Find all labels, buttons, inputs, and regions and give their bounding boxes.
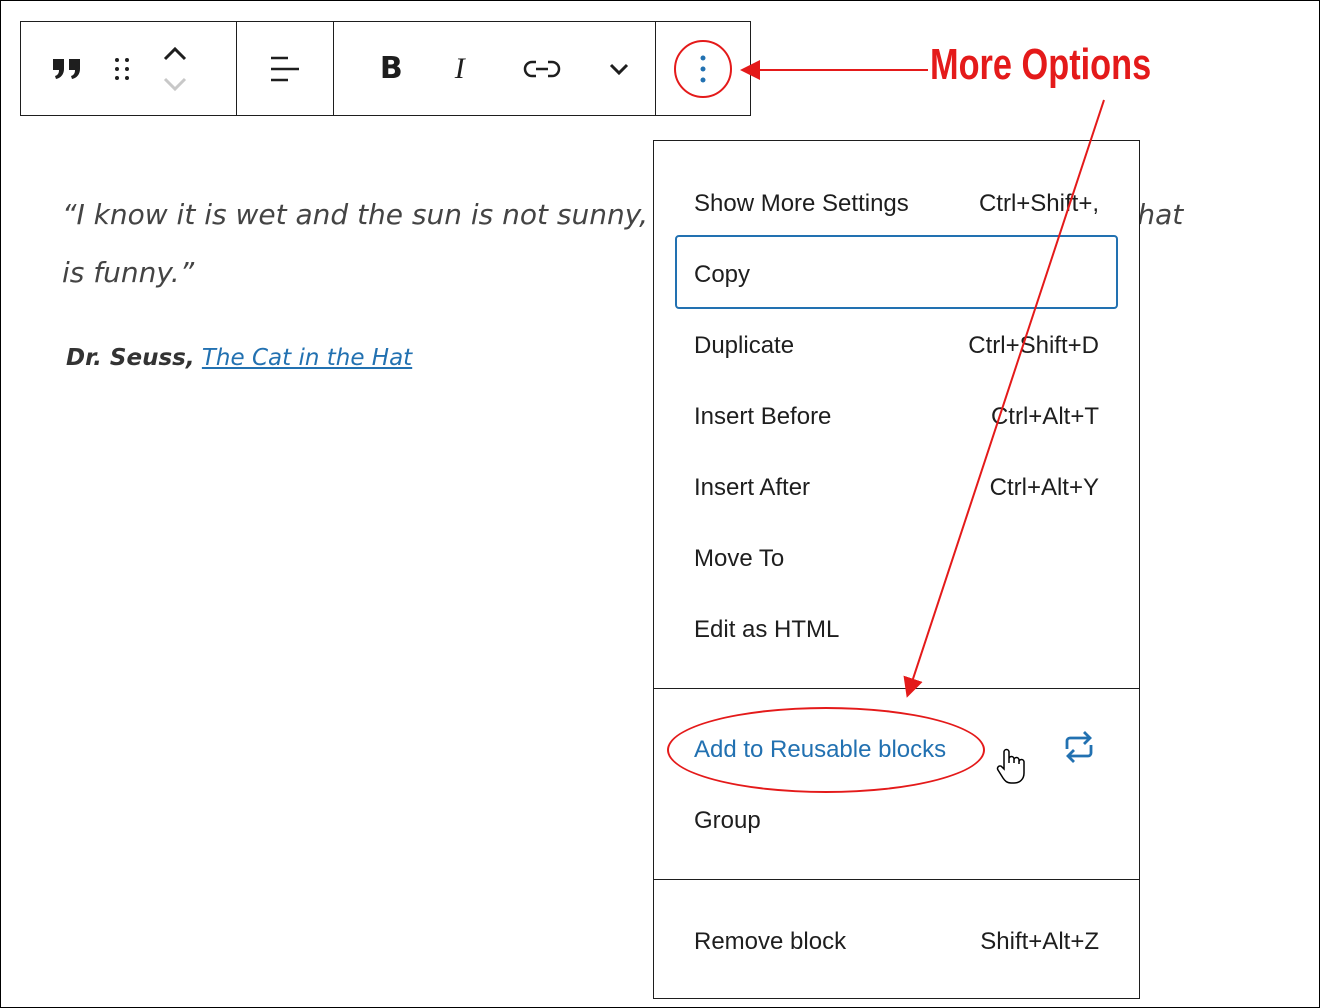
- move-up-down-icon[interactable]: [161, 43, 189, 95]
- quote-icon[interactable]: [51, 57, 83, 81]
- link-icon[interactable]: [501, 57, 583, 81]
- reusable-block-icon: [1059, 727, 1099, 774]
- menu-item-show-more-settings[interactable]: Show More Settings Ctrl+Shift+,: [694, 174, 1099, 234]
- chevron-down-icon[interactable]: [583, 61, 655, 77]
- bold-button[interactable]: B: [364, 51, 419, 86]
- menu-item-shortcut: Ctrl+Shift+D: [968, 332, 1099, 359]
- menu-item-label: Edit as HTML: [694, 616, 840, 643]
- menu-item-label: Duplicate: [694, 332, 795, 359]
- cite-author: Dr. Seuss,: [66, 345, 195, 371]
- menu-item-edit-as-html[interactable]: Edit as HTML: [694, 600, 1099, 660]
- menu-item-label: Copy: [694, 261, 751, 288]
- menu-item-copy[interactable]: Copy: [694, 245, 1099, 305]
- menu-item-label: Insert Before: [694, 403, 832, 430]
- block-toolbar: B I: [20, 21, 751, 116]
- annotation-label: More Options: [930, 40, 1152, 89]
- menu-item-label: Remove block: [694, 928, 847, 955]
- annotation-ellipse: [667, 707, 985, 793]
- menu-item-shortcut: Shift+Alt+Z: [980, 928, 1099, 955]
- align-text-icon[interactable]: [268, 52, 302, 86]
- vertical-ellipsis-icon[interactable]: [674, 39, 732, 98]
- cite-title-link[interactable]: The Cat in the Hat: [202, 345, 412, 371]
- menu-item-shortcut: Ctrl+Alt+T: [990, 403, 1099, 430]
- align-group: [237, 22, 334, 115]
- menu-item-move-to[interactable]: Move To: [694, 529, 1099, 589]
- format-group: B I: [334, 22, 656, 115]
- menu-item-duplicate[interactable]: Duplicate Ctrl+Shift+D: [694, 316, 1099, 376]
- options-group: [656, 22, 750, 115]
- menu-item-insert-after[interactable]: Insert After Ctrl+Alt+Y: [694, 458, 1099, 518]
- menu-item-group[interactable]: Group: [694, 791, 1099, 851]
- menu-divider: [654, 688, 1139, 689]
- quote-citation[interactable]: Dr. Seuss, The Cat in the Hat: [66, 345, 412, 371]
- block-controls-group: [21, 22, 237, 115]
- menu-item-remove-block[interactable]: Remove block Shift+Alt+Z: [694, 912, 1099, 972]
- menu-item-label: Show More Settings: [694, 190, 909, 217]
- more-options-menu: Show More Settings Ctrl+Shift+, Copy Dup…: [653, 140, 1140, 999]
- italic-button[interactable]: I: [419, 52, 501, 86]
- menu-item-insert-before[interactable]: Insert Before Ctrl+Alt+T: [694, 387, 1099, 447]
- menu-divider: [654, 879, 1139, 880]
- hand-cursor-icon: [995, 748, 1025, 789]
- menu-item-label: Move To: [694, 545, 785, 572]
- menu-item-label: Group: [694, 807, 761, 834]
- menu-item-shortcut: Ctrl+Alt+Y: [989, 474, 1099, 501]
- menu-item-label: Insert After: [694, 474, 811, 501]
- menu-item-shortcut: Ctrl+Shift+,: [978, 190, 1099, 217]
- drag-handle-icon[interactable]: [113, 55, 131, 83]
